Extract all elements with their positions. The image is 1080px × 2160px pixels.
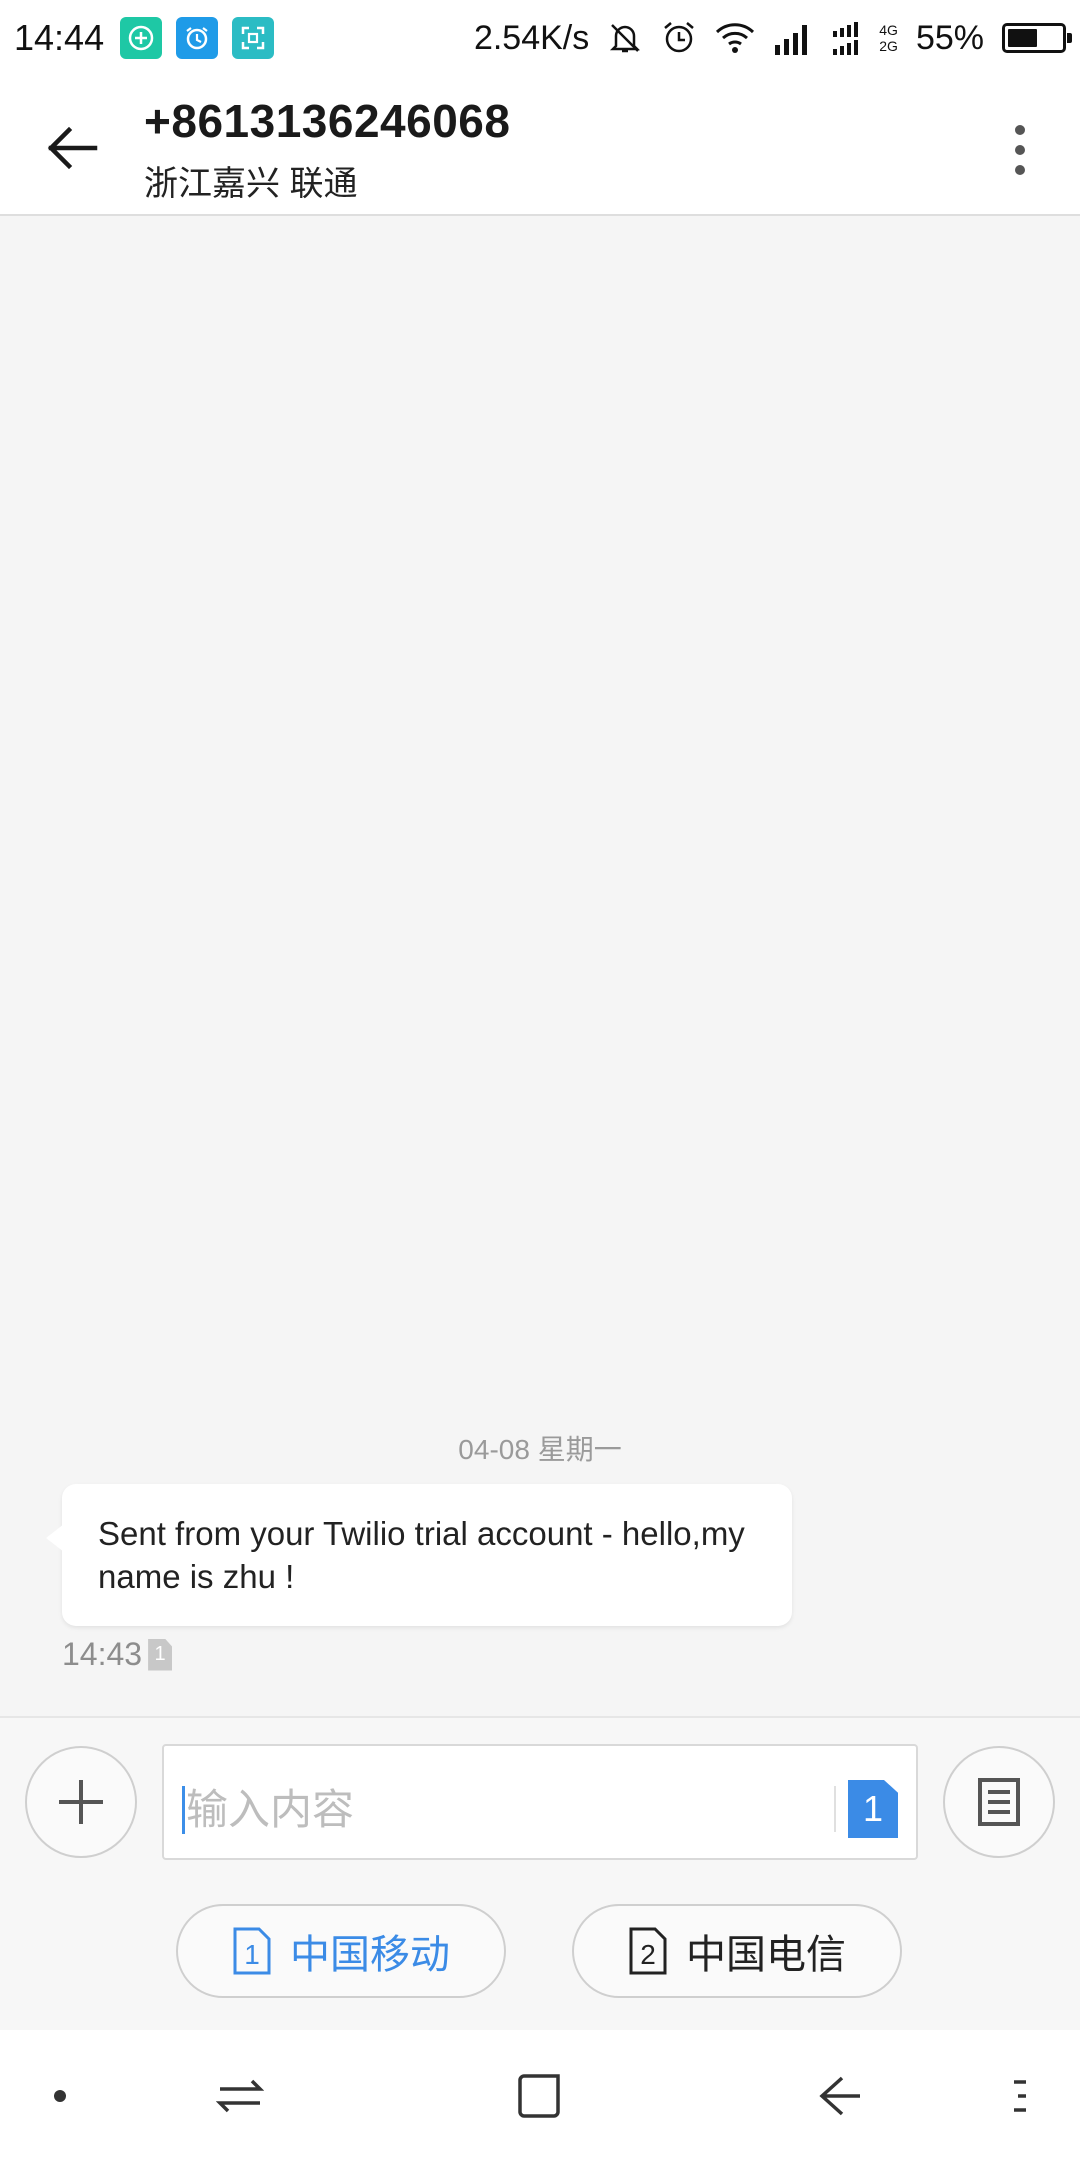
message-text: Sent from your Twilio trial account - he… bbox=[98, 1515, 745, 1595]
conversation-header: +8613136246068 浙江嘉兴 联通 bbox=[0, 76, 1080, 216]
status-bar: 14:44 2.54K/s 4G 2G 55% bbox=[0, 0, 1080, 76]
document-icon bbox=[978, 1778, 1020, 1826]
composer: 输入内容 1 1 中国移动 2 中国电信 bbox=[0, 1716, 1080, 2030]
sim-2-icon: 2 bbox=[629, 1927, 667, 1975]
send-via-sim2-button[interactable]: 2 中国电信 bbox=[572, 1904, 902, 1998]
message-meta: 14:43 1 bbox=[62, 1636, 173, 1673]
message-time: 14:43 bbox=[62, 1636, 143, 1672]
signal-icon bbox=[773, 21, 813, 55]
back-arrow-icon bbox=[819, 2076, 860, 2116]
battery-percent: 55% bbox=[915, 18, 984, 57]
plus-icon bbox=[59, 1780, 103, 1824]
alarm-clock-icon bbox=[661, 20, 697, 56]
status-time: 14:44 bbox=[14, 17, 105, 58]
send-via-sim1-button[interactable]: 1 中国移动 bbox=[176, 1904, 506, 1998]
sim1-carrier-label: 中国移动 bbox=[290, 1933, 450, 1977]
switch-arrows-icon bbox=[216, 2079, 264, 2113]
wifi-icon bbox=[715, 22, 755, 54]
bell-muted-icon bbox=[607, 20, 643, 56]
arrow-left-icon bbox=[47, 126, 98, 170]
quick-reply-button[interactable] bbox=[943, 1746, 1055, 1858]
scan-app-icon bbox=[232, 17, 275, 59]
message-input-placeholder: 输入内容 bbox=[186, 1786, 355, 1833]
message-bubble[interactable]: Sent from your Twilio trial account - he… bbox=[46, 1484, 792, 1626]
svg-text:1: 1 bbox=[244, 1939, 260, 1970]
back-button[interactable] bbox=[36, 112, 108, 184]
message-input[interactable]: 输入内容 1 bbox=[162, 1744, 918, 1860]
contact-number: +8613136246068 bbox=[144, 95, 511, 147]
network-speed: 2.54K/s bbox=[473, 18, 590, 57]
dot-icon bbox=[54, 2090, 66, 2102]
more-dot-icon bbox=[1015, 165, 1025, 175]
contact-location: 浙江嘉兴 联通 bbox=[144, 165, 358, 203]
nav-switch-button[interactable] bbox=[210, 2066, 270, 2126]
more-dot-icon bbox=[1015, 145, 1025, 155]
battery-icon bbox=[1002, 23, 1072, 53]
battery-fill bbox=[1008, 29, 1037, 47]
sim-card-icon: 1 bbox=[148, 1638, 173, 1671]
input-divider bbox=[834, 1786, 836, 1832]
text-caret bbox=[182, 1786, 185, 1834]
send-sim-button[interactable]: 1 bbox=[848, 1780, 898, 1838]
add-attachment-button[interactable] bbox=[25, 1746, 137, 1858]
sim2-carrier-label: 中国电信 bbox=[686, 1933, 846, 1977]
message-list[interactable]: 04-08 星期一 Sent from your Twilio trial ac… bbox=[0, 216, 1080, 1716]
navigation-bar bbox=[0, 2030, 1080, 2160]
more-dot-icon bbox=[1015, 125, 1025, 135]
more-options-button[interactable] bbox=[1000, 114, 1040, 186]
nav-menu-button[interactable] bbox=[1000, 2066, 1040, 2126]
menu-lines-icon bbox=[1014, 2080, 1026, 2112]
date-separator: 04-08 星期一 bbox=[458, 1434, 622, 1465]
svg-text:2: 2 bbox=[640, 1939, 656, 1970]
sim-1-icon: 1 bbox=[233, 1927, 271, 1975]
dual-signal-icon bbox=[831, 21, 871, 55]
alarm-app-icon bbox=[176, 17, 219, 59]
home-square-icon bbox=[518, 2074, 560, 2118]
nav-dot-button[interactable] bbox=[40, 2066, 80, 2126]
nav-home-button[interactable] bbox=[510, 2066, 570, 2126]
plus-circle-app-icon bbox=[120, 17, 163, 59]
nav-back-button[interactable] bbox=[810, 2066, 870, 2126]
network-type: 4G 2G bbox=[879, 22, 898, 54]
